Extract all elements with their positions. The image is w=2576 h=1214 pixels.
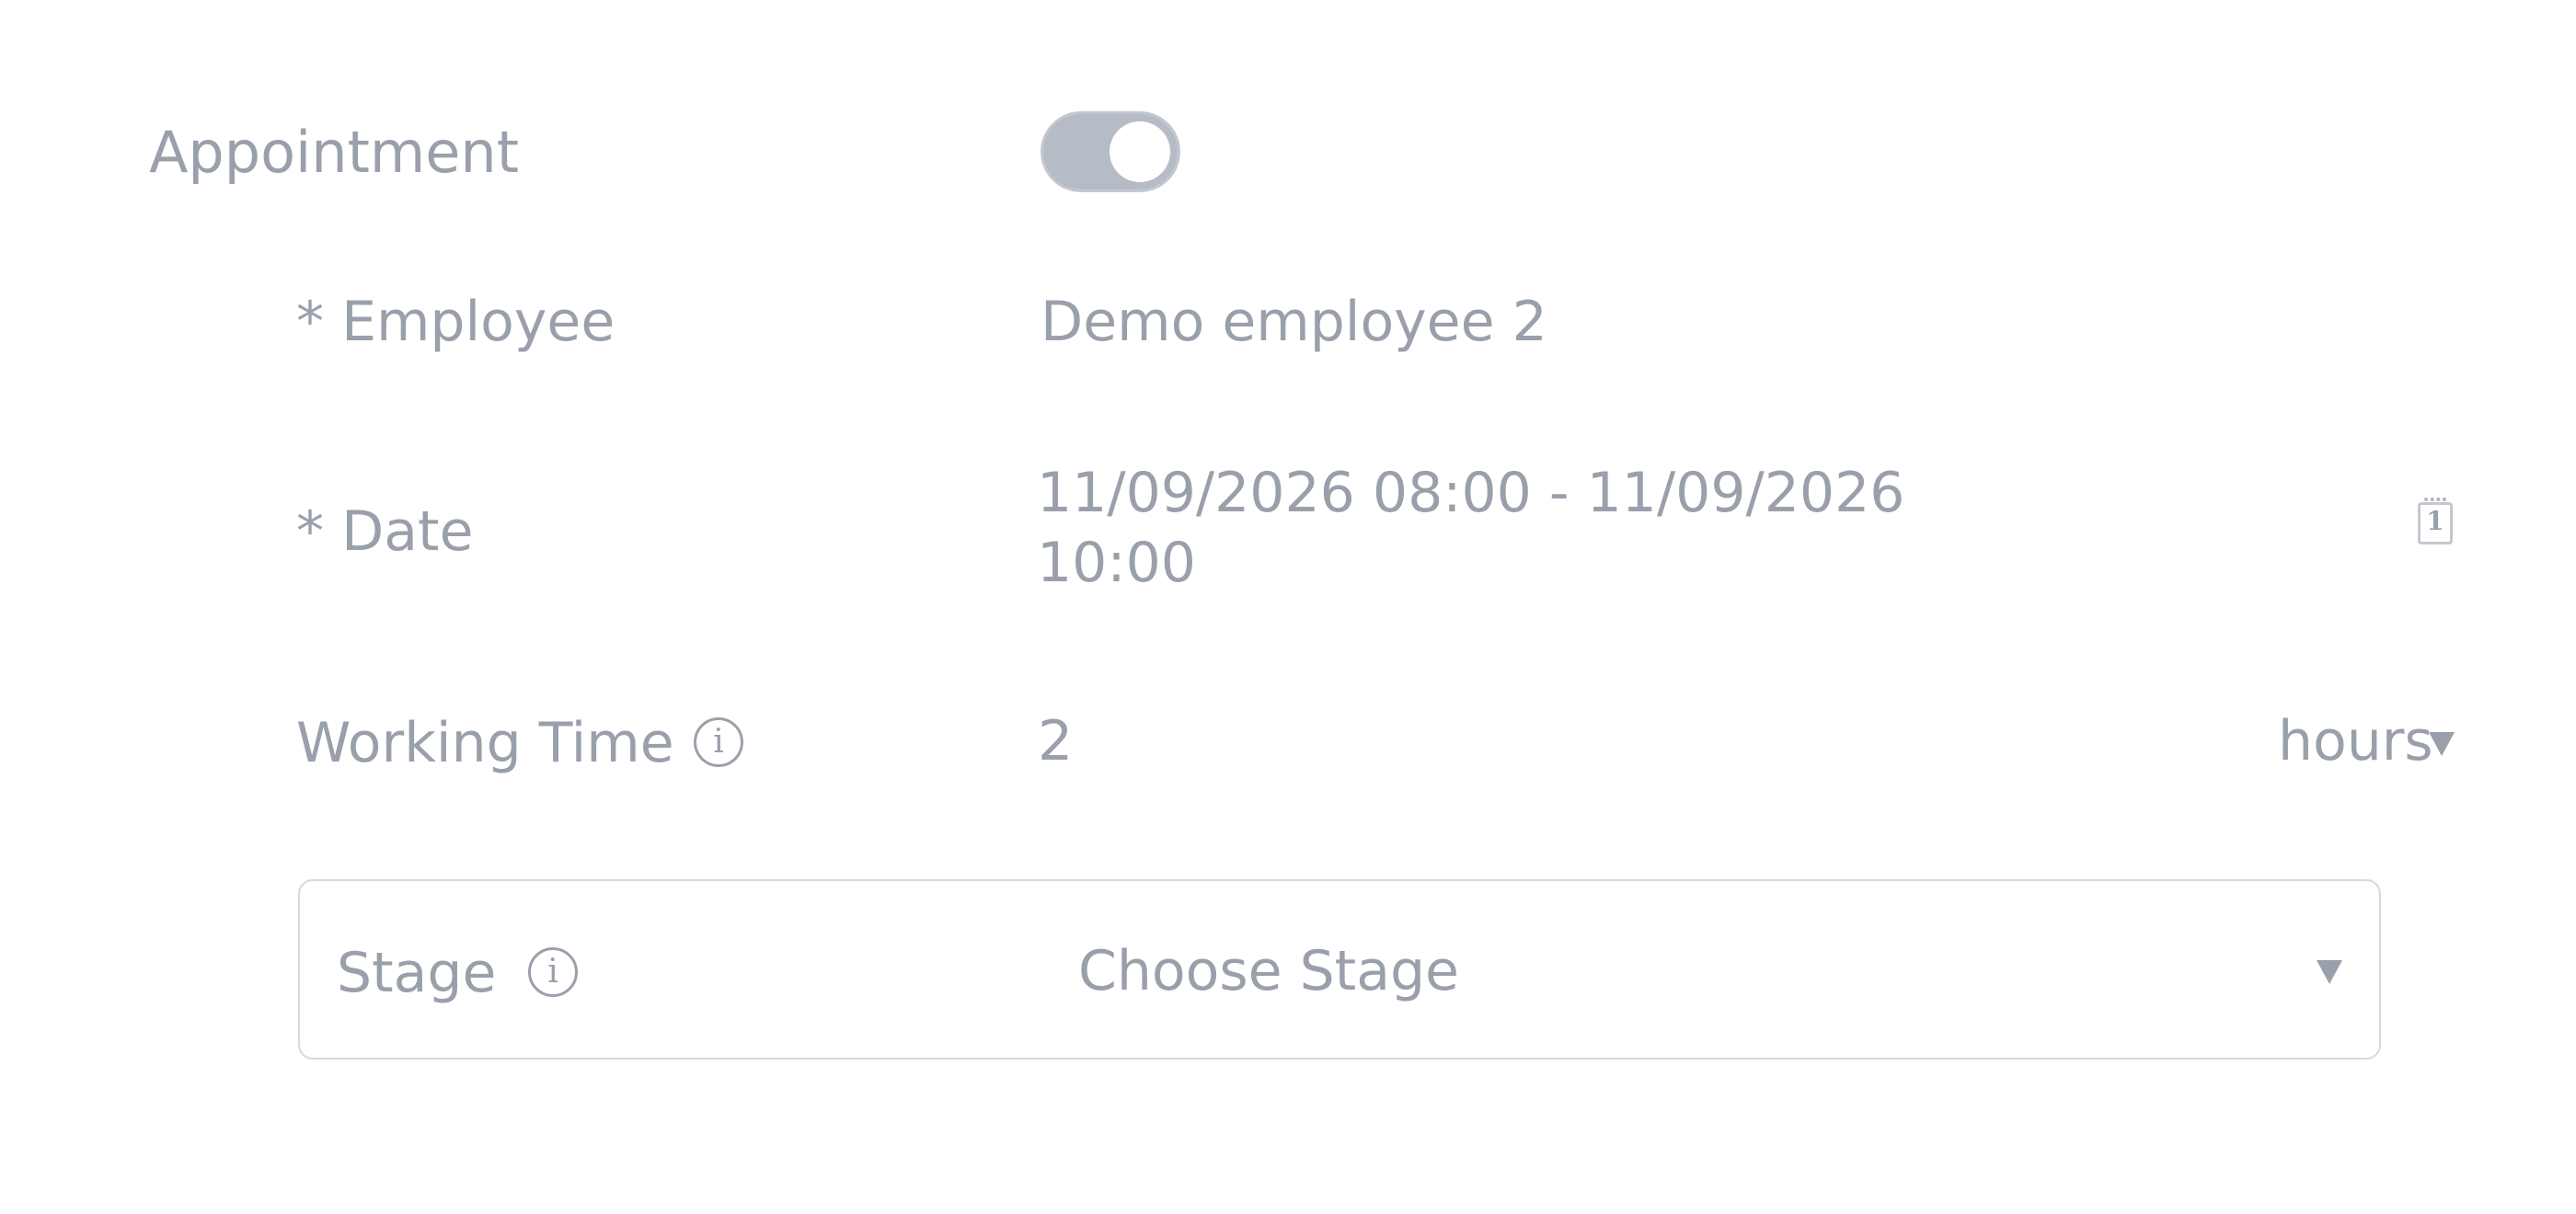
stage-dropdown-caret-icon[interactable] [2317, 960, 2342, 984]
calendar-icon[interactable]: 1 [2418, 498, 2453, 544]
appointment-label: Appointment [149, 119, 520, 186]
unit-dropdown-caret-icon[interactable] [2429, 732, 2455, 756]
stage-info-icon[interactable]: i [528, 947, 578, 997]
date-range-value-line2[interactable]: 10:00 [1037, 535, 1196, 590]
employee-value[interactable]: Demo employee 2 [1041, 294, 1547, 349]
date-label: * Date [296, 499, 474, 564]
appointment-toggle[interactable] [1041, 111, 1180, 192]
working-time-input[interactable]: 2 [1038, 714, 1073, 769]
employee-label: * Employee [296, 290, 615, 354]
stage-placeholder[interactable]: Choose Stage [1078, 944, 1459, 999]
calendar-day-number: 1 [2426, 506, 2444, 536]
toggle-knob [1110, 121, 1170, 182]
date-range-value-line1[interactable]: 11/09/2026 08:00 - 11/09/2026 [1037, 465, 1904, 521]
working-time-unit-select[interactable]: hours [2278, 714, 2433, 769]
working-time-label: Working Time [296, 711, 674, 775]
stage-label: Stage [337, 941, 497, 1005]
working-time-info-icon[interactable]: i [694, 717, 743, 767]
